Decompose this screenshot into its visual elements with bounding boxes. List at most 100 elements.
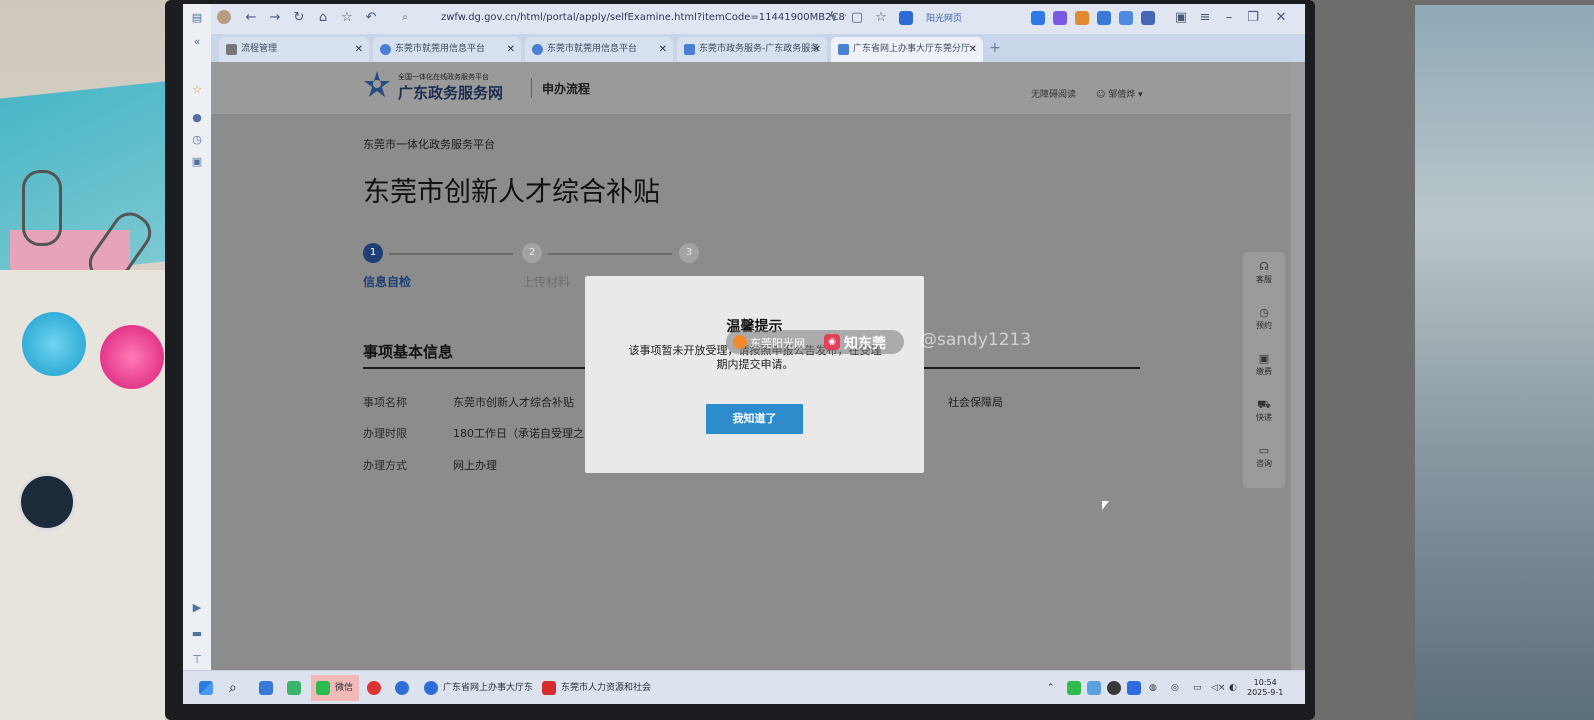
department-value: 社会保障局 xyxy=(948,396,1003,409)
battery-icon[interactable]: ▭ xyxy=(1193,683,1202,693)
field-label: 办理时限 xyxy=(363,427,407,440)
tab-dongguan-gov-service[interactable]: 东莞市政务服务-广东政务服务 ✕ xyxy=(677,37,827,62)
refresh-icon[interactable]: ↻ xyxy=(291,10,307,26)
downloads-icon[interactable]: ▣ xyxy=(1173,10,1189,26)
favorites-icon[interactable]: ☆ xyxy=(189,82,205,98)
wps-icon xyxy=(542,681,556,695)
user-menu[interactable]: ☺ 邹倩烨 ▾ xyxy=(1096,87,1143,100)
taskbar-label: 微信 xyxy=(335,683,354,693)
extension-icon[interactable] xyxy=(1075,11,1089,25)
restore-icon[interactable]: ❐ xyxy=(1245,10,1261,26)
page-scrollbar[interactable] xyxy=(1291,62,1305,670)
browser-toolbar: ← → ↻ ⌂ ☆ ↶ ⌕ zwfw.dg.gov.cn/html/portal… xyxy=(211,4,1305,34)
payment-button[interactable]: ▣ 缴费 xyxy=(1243,352,1285,377)
search-icon[interactable]: ⌕ xyxy=(397,10,413,26)
minimize-icon[interactable]: – xyxy=(1221,10,1237,26)
tab-process-management[interactable]: 流程管理 ✕ xyxy=(219,37,369,62)
extension-icon[interactable] xyxy=(1119,11,1133,25)
close-window-icon[interactable]: ✕ xyxy=(1273,10,1289,26)
toolbox-icon[interactable]: ▬ xyxy=(189,626,205,642)
tab-label: 流程管理 xyxy=(241,44,278,54)
sidebar-toggle-icon[interactable]: ▤ xyxy=(189,10,205,26)
extension-icon[interactable] xyxy=(1031,11,1045,25)
paw-icon[interactable]: ● xyxy=(189,110,205,126)
tray-app-icon[interactable] xyxy=(1087,681,1101,695)
profile-label[interactable]: 阳光网页 xyxy=(926,11,962,24)
page-title: 东莞市创新人才综合补贴 xyxy=(363,177,660,208)
lightning-icon[interactable]: ϟ xyxy=(825,10,841,26)
search-icon[interactable]: ⌕ xyxy=(229,681,243,695)
taskbar-wechat[interactable]: 微信 xyxy=(311,675,359,701)
app-icon[interactable] xyxy=(259,681,273,695)
accessibility-link[interactable]: 无障碍阅读 xyxy=(1031,87,1076,100)
tray-wechat-icon[interactable] xyxy=(1067,681,1081,695)
taskbar-wps-window[interactable]: 东莞市人力资源和社会 xyxy=(537,675,657,701)
truck-icon: ⛟ xyxy=(1257,398,1271,411)
menu-icon[interactable]: ≡ xyxy=(1197,10,1213,26)
start-menu-icon[interactable] xyxy=(199,681,213,695)
reader-icon[interactable]: ▢ xyxy=(849,10,865,26)
forward-icon[interactable]: → xyxy=(267,10,283,26)
undo-icon[interactable]: ↶ xyxy=(363,10,379,26)
tab-employment-platform[interactable]: 东莞市就莞用信息平台 ✕ xyxy=(373,37,521,62)
clock-icon[interactable]: ◷ xyxy=(189,132,205,148)
consult-button[interactable]: ▭ 咨询 xyxy=(1243,444,1285,469)
back-icon[interactable]: ← xyxy=(243,10,259,26)
gov-logo-icon[interactable] xyxy=(363,70,391,98)
site-header: 全国一体化在线政务服务平台 广东政务服务网 申办流程 无障碍阅读 ☺ 邹倩烨 ▾ xyxy=(211,62,1291,115)
appointment-button[interactable]: ◷ 预约 xyxy=(1243,306,1285,331)
avatar[interactable] xyxy=(217,10,231,24)
board-hole xyxy=(18,473,76,531)
paw-extension-icon[interactable] xyxy=(899,11,913,25)
tray-qq-icon[interactable] xyxy=(1107,681,1121,695)
platform-label: 东莞市一体化政务服务平台 xyxy=(363,138,495,151)
panel-icon[interactable]: ▣ xyxy=(189,154,205,170)
wechat-icon xyxy=(316,681,330,695)
close-icon[interactable]: ✕ xyxy=(507,37,515,62)
logo-subtitle: 全国一体化在线政务服务平台 xyxy=(398,73,489,81)
tray-expand-icon[interactable]: ⌃ xyxy=(1047,683,1055,693)
desk-background-left xyxy=(0,0,170,720)
extension-icon[interactable] xyxy=(1097,11,1111,25)
new-tab-icon[interactable]: + xyxy=(989,40,1001,56)
acknowledge-button[interactable]: 我知道了 xyxy=(706,404,803,434)
display-icon[interactable]: ◐ xyxy=(1229,683,1237,693)
volume-icon[interactable]: ◁× xyxy=(1211,683,1225,693)
pin-icon[interactable]: ⊤ xyxy=(189,652,205,668)
app-tray-icon[interactable]: ◎ xyxy=(1171,683,1179,693)
home-icon[interactable]: ⌂ xyxy=(315,10,331,26)
close-icon[interactable]: ✕ xyxy=(969,37,977,62)
taskbar-browser-window[interactable]: 广东省网上办事大厅东 xyxy=(419,675,537,701)
app-icon[interactable] xyxy=(287,681,301,695)
headset-icon: ☊ xyxy=(1259,260,1269,273)
close-icon[interactable]: ✕ xyxy=(659,37,667,62)
step-1-circle: 1 xyxy=(363,243,383,263)
collapse-icon[interactable]: « xyxy=(189,34,205,50)
bookmark-icon[interactable]: ☆ xyxy=(873,10,889,26)
tab-employment-platform-2[interactable]: 东莞市就莞用信息平台 ✕ xyxy=(525,37,673,62)
tab-favicon xyxy=(838,44,849,55)
field-label: 办理方式 xyxy=(363,459,407,472)
media-icon[interactable]: ▶ xyxy=(189,600,205,616)
close-icon[interactable]: ✕ xyxy=(355,37,363,62)
field-value: 180工作日（承诺自受理之日 xyxy=(453,427,595,440)
taskbar-label: 广东省网上办事大厅东 xyxy=(443,683,534,693)
qq-icon[interactable] xyxy=(367,681,381,695)
bluetooth-icon[interactable] xyxy=(1127,681,1141,695)
address-bar[interactable]: zwfw.dg.gov.cn/html/portal/apply/selfExa… xyxy=(441,12,846,23)
watermark-badge: 东莞阳光网 ◉ 知东莞 xyxy=(726,330,904,354)
extension-icon[interactable] xyxy=(1141,11,1155,25)
step-connector xyxy=(548,253,672,255)
extension-icon[interactable] xyxy=(1053,11,1067,25)
customer-service-button[interactable]: ☊ 客服 xyxy=(1243,260,1285,285)
browser-icon[interactable] xyxy=(395,681,409,695)
express-button[interactable]: ⛟ 快递 xyxy=(1243,398,1285,423)
second-monitor xyxy=(1415,5,1594,720)
system-clock[interactable]: 10:54 2025-9-1 xyxy=(1247,678,1283,698)
header-title: 申办流程 xyxy=(542,82,591,96)
tab-guangdong-online-hall[interactable]: 广东省网上办事大厅东莞分厅 ✕ xyxy=(831,37,983,62)
network-icon[interactable]: ◍ xyxy=(1149,683,1157,693)
close-icon[interactable]: ✕ xyxy=(813,37,821,62)
logo-title[interactable]: 广东政务服务网 xyxy=(398,82,503,103)
star-icon[interactable]: ☆ xyxy=(339,10,355,26)
